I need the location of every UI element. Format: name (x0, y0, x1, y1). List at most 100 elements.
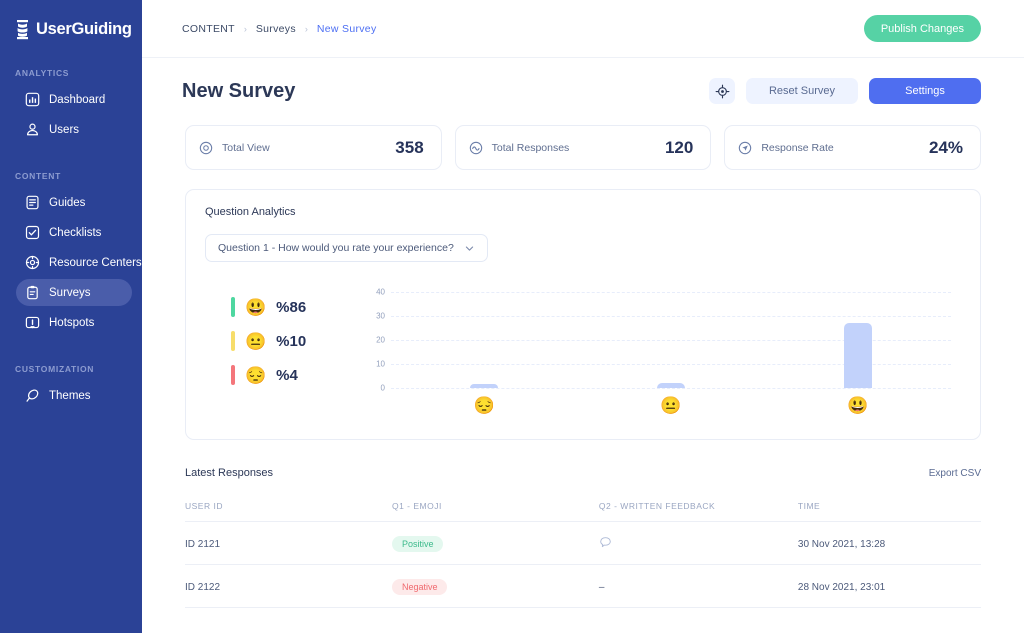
question-analytics-title: Question Analytics (205, 206, 296, 218)
emoji-legend: 😃 %86 😐 %10 😔 %4 (205, 284, 355, 434)
eye-circle-icon (199, 141, 213, 154)
sidebar-item-hotspots[interactable]: Hotspots (16, 309, 132, 336)
sidebar-item-themes[interactable]: Themes (16, 382, 132, 409)
legend-item: 😐 %10 (231, 324, 355, 358)
export-csv-button[interactable]: Export CSV (929, 468, 981, 479)
stat-value: 120 (664, 137, 694, 157)
page-title: New Survey (182, 79, 296, 102)
sidebar-item-label: Hotspots (49, 316, 95, 329)
table-row[interactable]: ID 2121 Positive 30 Nov 2021, 13:28 (185, 521, 981, 565)
stat-value: 24% (928, 137, 964, 157)
chart-bar[interactable] (843, 323, 872, 388)
page-header: New Survey Reset Survey Settings (142, 58, 1024, 104)
stat-card-response-rate: Response Rate 24% (724, 125, 982, 170)
sidebar-item-dashboard[interactable]: Dashboard (16, 86, 132, 113)
chart-bar[interactable] (657, 383, 685, 388)
grinning-face-icon: 😃 (245, 297, 267, 317)
question-select-dropdown[interactable]: Question 1 - How would you rate your exp… (205, 234, 488, 262)
sidebar: UserGuiding ANALYTICS Dashboard Users CO… (0, 0, 142, 633)
stat-label: Total View (222, 141, 270, 154)
stat-card-total-view: Total View 358 (185, 125, 442, 170)
response-bar-chart: 40 30 20 10 0 😔 😐 😃 (359, 284, 961, 434)
chart-y-tick-label: 30 (376, 311, 385, 321)
target-preview-button[interactable] (709, 78, 735, 104)
status-badge: Negative (391, 579, 448, 595)
chart-bars-layer (391, 292, 951, 388)
chart-bar[interactable] (470, 384, 499, 388)
brand-logo[interactable]: UserGuiding (0, 16, 142, 40)
userguiding-logo-icon (17, 20, 28, 40)
stat-value: 358 (395, 137, 424, 157)
chart-bar-slot (578, 292, 765, 388)
chart-bar-slot (764, 292, 951, 388)
legend-percent: %10 (276, 332, 307, 350)
breadcrumb-item-new-survey[interactable]: New Survey (317, 23, 377, 35)
chart-x-label-neutral: 😐 (660, 396, 682, 415)
column-header-q1-emoji: Q1 - EMOJI (391, 501, 599, 522)
guides-icon (26, 195, 39, 210)
table-row[interactable]: ID 2122 Negative – 28 Nov 2021, 23:01 (185, 564, 981, 608)
legend-swatch-red (231, 365, 235, 385)
latest-responses-title: Latest Responses (185, 467, 274, 479)
neutral-face-icon: 😐 (245, 331, 267, 351)
users-icon (27, 123, 38, 136)
stat-left: Total Responses (469, 141, 570, 155)
nav-section-analytics-label: ANALYTICS (15, 68, 70, 78)
cell-user-id: ID 2122 (185, 564, 392, 608)
sidebar-item-label: Checklists (49, 226, 102, 239)
stat-label: Total Responses (491, 141, 570, 154)
resource-centers-icon (25, 255, 40, 270)
sidebar-item-label: Dashboard (49, 93, 106, 106)
dashboard-icon (25, 92, 40, 107)
chart-x-axis-labels: 😔 😐 😃 (391, 396, 951, 416)
sidebar-item-checklists[interactable]: Checklists (16, 219, 132, 246)
chart-y-tick-label: 40 (376, 287, 385, 297)
brand-name: UserGuiding (36, 19, 132, 38)
sidebar-item-users[interactable]: Users (16, 116, 132, 143)
topbar: CONTENT › Surveys › New Survey Publish C… (142, 0, 1024, 58)
legend-item: 😔 %4 (231, 358, 355, 392)
chart-x-label-grinning: 😃 (847, 396, 869, 415)
stat-label: Response Rate (761, 141, 834, 154)
sidebar-item-surveys[interactable]: Surveys (16, 279, 132, 306)
question-select-value: Question 1 - How would you rate your exp… (218, 242, 454, 254)
cell-feedback (598, 521, 798, 565)
settings-button[interactable]: Settings (869, 78, 981, 104)
speech-bubble-icon[interactable] (599, 536, 612, 549)
question-analytics-body: 😃 %86 😐 %10 😔 %4 40 30 20 10 0 😔 😐 😃 (205, 284, 961, 434)
surveys-icon (27, 285, 38, 300)
hotspots-icon (25, 316, 40, 329)
cell-feedback: – (598, 564, 798, 608)
nav-section-customization-label: CUSTOMIZATION (15, 364, 95, 374)
chart-x-label-pensive: 😔 (473, 396, 495, 415)
sidebar-item-label: Guides (49, 196, 86, 209)
latest-responses-header: Latest Responses Export CSV (185, 467, 981, 479)
latest-responses-section: Latest Responses Export CSV USER ID Q1 -… (142, 440, 1024, 608)
stats-row: Total View 358 Total Responses 120 Respo… (142, 104, 1024, 170)
legend-item: 😃 %86 (231, 290, 355, 324)
breadcrumb-item-surveys[interactable]: Surveys (256, 23, 296, 35)
breadcrumb-item-content[interactable]: CONTENT (182, 23, 235, 35)
reset-survey-button[interactable]: Reset Survey (746, 78, 858, 104)
chart-y-tick-label: 0 (380, 383, 385, 393)
chart-y-tick-label: 20 (376, 335, 385, 345)
status-badge: Positive (391, 536, 444, 552)
cell-time: 30 Nov 2021, 13:28 (797, 521, 981, 565)
activity-circle-icon (469, 141, 482, 154)
chart-gridline (391, 388, 951, 389)
sidebar-item-label: Themes (49, 389, 91, 402)
stat-card-total-responses: Total Responses 120 (454, 125, 712, 170)
sidebar-item-guides[interactable]: Guides (16, 189, 132, 216)
publish-changes-button[interactable]: Publish Changes (863, 15, 981, 42)
stat-left: Response Rate (738, 141, 834, 155)
breadcrumb-separator-icon: › (304, 23, 308, 34)
column-header-q2-feedback: Q2 - WRITTEN FEEDBACK (598, 501, 798, 522)
chart-bar-slot (391, 292, 578, 388)
header-actions: Reset Survey Settings (709, 78, 981, 104)
sidebar-item-resource-centers[interactable]: Resource Centers (16, 249, 142, 276)
table-header: USER ID Q1 - EMOJI Q2 - WRITTEN FEEDBACK… (185, 501, 981, 522)
checklists-icon (25, 225, 40, 240)
crosshair-target-icon (715, 84, 729, 98)
cell-emoji-badge: Negative (391, 564, 599, 608)
sidebar-item-label: Surveys (49, 286, 91, 299)
